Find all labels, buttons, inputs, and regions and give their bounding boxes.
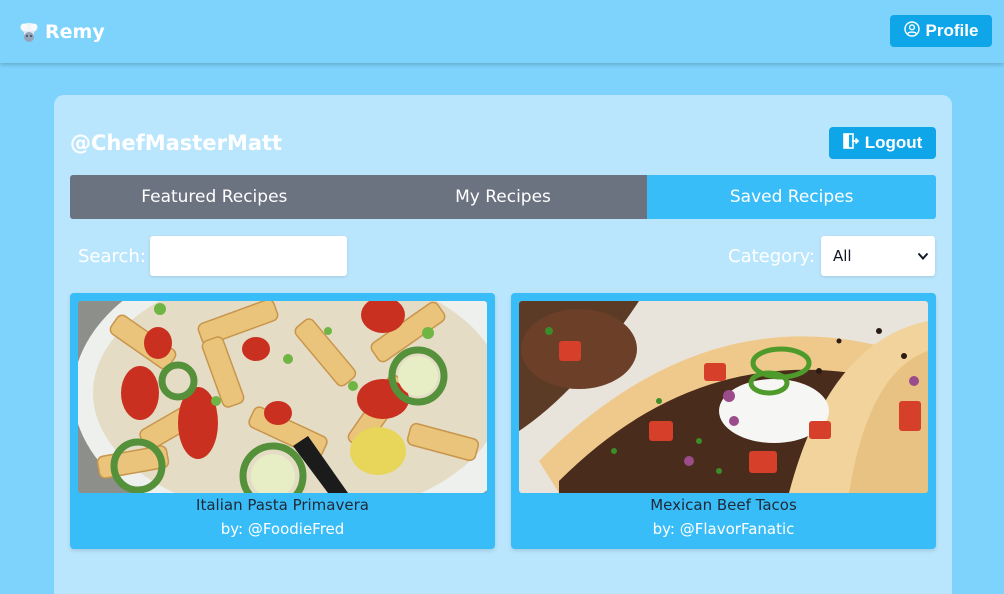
recipe-author: by: @FlavorFanatic	[652, 520, 795, 538]
recipe-author: by: @FoodieFred	[220, 520, 345, 538]
pasta-primavera-image	[78, 301, 487, 493]
profile-label: Profile	[925, 21, 979, 40]
recipe-card[interactable]: Italian Pasta Primavera by: @FoodieFred	[70, 293, 495, 549]
chef-hat-icon	[17, 20, 41, 44]
search-label: Search:	[78, 246, 146, 267]
recipe-tabs: Featured Recipes My Recipes Saved Recipe…	[70, 175, 936, 219]
category-label: Category:	[728, 246, 815, 267]
tab-featured-recipes[interactable]: Featured Recipes	[70, 175, 359, 219]
category-selected-value: All	[833, 247, 852, 265]
chevron-down-icon	[917, 247, 929, 265]
logout-label: Logout	[864, 133, 923, 152]
logout-button[interactable]: Logout	[829, 127, 936, 159]
beef-tacos-image	[519, 301, 928, 493]
recipe-card[interactable]: Mexican Beef Tacos by: @FlavorFanatic	[511, 293, 936, 549]
search-input[interactable]	[150, 236, 347, 276]
tab-my-recipes[interactable]: My Recipes	[358, 175, 648, 219]
username: @ChefMasterMatt	[70, 131, 283, 155]
recipe-title[interactable]: Mexican Beef Tacos	[511, 496, 936, 514]
logout-icon	[842, 132, 860, 154]
tab-saved-recipes[interactable]: Saved Recipes	[647, 175, 936, 219]
profile-button[interactable]: Profile	[890, 15, 992, 47]
navbar: Remy Profile	[0, 0, 1004, 63]
brand-name: Remy	[45, 21, 105, 43]
recipe-title[interactable]: Italian Pasta Primavera	[70, 496, 495, 514]
user-circle-icon	[903, 20, 920, 42]
brand-link[interactable]: Remy	[17, 19, 105, 45]
profile-card: @ChefMasterMatt Logout Featured Recipes …	[54, 95, 952, 594]
category-select[interactable]: All	[821, 236, 935, 276]
